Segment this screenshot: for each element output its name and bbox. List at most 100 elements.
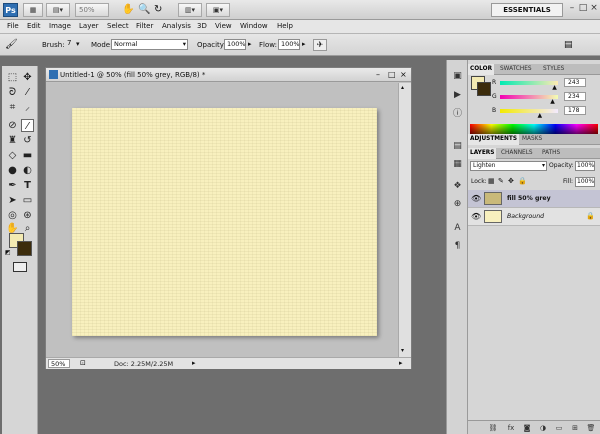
airbrush-toggle-icon[interactable]: ✈ — [313, 39, 327, 51]
green-slider-thumb[interactable]: ▲ — [550, 98, 555, 105]
menu-view[interactable]: View — [215, 22, 232, 30]
scroll-up-icon[interactable]: ▴ — [401, 84, 404, 91]
blur-tool-icon[interactable]: ● — [6, 164, 19, 177]
tab-layers[interactable]: LAYERS — [468, 148, 497, 159]
marquee-tool-icon[interactable]: ⬚ — [6, 71, 19, 84]
delete-layer-icon[interactable]: 🗑 — [586, 423, 596, 433]
gradient-tool-icon[interactable]: ▬ — [21, 149, 34, 162]
dodge-tool-icon[interactable]: ◐ — [21, 164, 34, 177]
menu-edit[interactable]: Edit — [27, 22, 41, 30]
tab-styles[interactable]: STYLES — [541, 64, 566, 75]
paragraph-panel-icon[interactable]: ¶ — [451, 240, 464, 252]
color-panel-background-swatch[interactable] — [477, 82, 491, 96]
crop-tool-icon[interactable]: ⌗ — [6, 101, 19, 114]
layer-style-icon[interactable]: fx — [506, 423, 516, 433]
path-select-tool-icon[interactable]: ➤ — [6, 194, 19, 207]
zoom-level-select[interactable]: 50% — [75, 3, 109, 17]
tab-paths[interactable]: PATHS — [540, 148, 562, 159]
blue-value[interactable]: 178 — [564, 106, 586, 115]
tab-color[interactable]: COLOR — [468, 64, 495, 75]
info-panel-icon[interactable]: ⓘ — [451, 108, 464, 120]
history-brush-tool-icon[interactable]: ↺ — [21, 134, 34, 147]
new-group-icon[interactable]: ▭ — [554, 423, 564, 433]
menu-filter[interactable]: Filter — [136, 22, 153, 30]
move-tool-icon[interactable]: ✥ — [21, 71, 34, 84]
history-panel-icon[interactable]: ▣ — [451, 70, 464, 82]
minimize-icon[interactable]: – — [567, 4, 577, 14]
tab-masks[interactable]: MASKS — [520, 134, 544, 145]
brush-tool-icon[interactable]: ⁄ — [21, 119, 34, 132]
panel-toggle-icon[interactable]: ▤ — [564, 39, 576, 51]
tab-channels[interactable]: CHANNELS — [499, 148, 535, 159]
character-panel-icon[interactable]: A — [451, 222, 464, 234]
default-colors-icon[interactable]: ◩ — [5, 249, 11, 256]
lock-all-icon[interactable]: 🔒 — [518, 177, 527, 185]
clone-source-panel-icon[interactable]: ⊕ — [451, 198, 464, 210]
zoom-input[interactable]: 50% — [48, 359, 70, 368]
maximize-icon[interactable]: □ — [578, 4, 588, 14]
flow-input[interactable]: 100% — [278, 39, 300, 50]
brushes-panel-icon[interactable]: ❖ — [451, 180, 464, 192]
menu-help[interactable]: Help — [277, 22, 293, 30]
mode-select[interactable]: Normal ▾ — [111, 39, 188, 50]
3d-orbit-tool-icon[interactable]: ⊛ — [21, 209, 34, 222]
workspace-switcher[interactable]: ESSENTIALS — [491, 3, 563, 17]
document-title-bar[interactable]: Untitled-1 @ 50% (fill 50% grey, RGB/8) … — [46, 68, 411, 82]
lock-pixels-icon[interactable]: ✎ — [498, 177, 504, 185]
menu-3d[interactable]: 3D — [197, 22, 207, 30]
eyedropper-tool-icon[interactable]: ⸝ — [21, 101, 34, 114]
actions-panel-icon[interactable]: ▶ — [451, 89, 464, 101]
doc-minimize-icon[interactable]: – — [376, 70, 380, 79]
green-value[interactable]: 234 — [564, 92, 586, 101]
opacity-input[interactable]: 100% — [224, 39, 246, 50]
vertical-scrollbar[interactable]: ▴ ▾ — [398, 83, 411, 358]
brush-size[interactable]: 7 — [67, 39, 71, 47]
layer-row-fill-50-grey[interactable]: 👁 fill 50% grey — [468, 190, 600, 208]
menu-select[interactable]: Select — [107, 22, 129, 30]
quick-select-tool-icon[interactable]: ⁄ — [21, 86, 34, 99]
screen-mode-button[interactable]: ▣▾ — [206, 3, 230, 17]
shape-tool-icon[interactable]: ▭ — [21, 194, 34, 207]
brush-tool-preset-icon[interactable]: 🖌 — [5, 39, 18, 50]
bridge-button[interactable]: ▦ — [23, 3, 43, 17]
status-menu-arrow-icon[interactable]: ▸ — [192, 359, 196, 367]
red-slider[interactable] — [500, 81, 558, 85]
menu-analysis[interactable]: Analysis — [162, 22, 191, 30]
navigator-panel-icon[interactable]: ▤ — [451, 140, 464, 152]
menu-layer[interactable]: Layer — [79, 22, 99, 30]
menu-file[interactable]: File — [7, 22, 19, 30]
scroll-down-icon[interactable]: ▾ — [401, 347, 404, 354]
rotate-view-icon[interactable]: ↻ — [154, 4, 162, 15]
image-canvas[interactable] — [72, 108, 377, 336]
link-layers-icon[interactable]: ⛓ — [488, 423, 498, 433]
new-layer-icon[interactable]: ⊞ — [570, 423, 580, 433]
menu-image[interactable]: Image — [49, 22, 71, 30]
histogram-panel-icon[interactable]: ▦ — [451, 158, 464, 170]
doc-close-icon[interactable]: × — [400, 70, 407, 79]
adjustment-layer-icon[interactable]: ◑ — [538, 423, 548, 433]
hand-tool-icon[interactable]: ✋ — [122, 4, 134, 15]
tab-swatches[interactable]: SWATCHES — [498, 64, 534, 75]
eye-icon[interactable]: 👁 — [471, 212, 481, 221]
layer-row-background[interactable]: 👁 Background 🔒 — [468, 208, 600, 226]
blend-mode-select[interactable]: Lighten ▾ — [470, 161, 547, 171]
eye-icon[interactable]: 👁 — [471, 194, 481, 203]
doc-maximize-icon[interactable]: □ — [388, 70, 396, 79]
healing-brush-tool-icon[interactable]: ⊘ — [6, 119, 19, 132]
scroll-right-icon[interactable]: ▸ — [399, 359, 403, 367]
eraser-tool-icon[interactable]: ◇ — [6, 149, 19, 162]
opacity-slider-icon[interactable]: ▸ — [248, 40, 252, 48]
blue-slider-thumb[interactable]: ▲ — [537, 112, 542, 119]
lock-position-icon[interactable]: ✥ — [508, 177, 514, 185]
add-mask-icon[interactable]: ◙ — [522, 423, 532, 433]
quick-mask-icon[interactable] — [13, 262, 27, 272]
menu-window[interactable]: Window — [240, 22, 268, 30]
pen-tool-icon[interactable]: ✒ — [6, 179, 19, 192]
clone-stamp-tool-icon[interactable]: ♜ — [6, 134, 19, 147]
close-icon[interactable]: × — [589, 4, 599, 14]
type-tool-icon[interactable]: T — [21, 179, 34, 192]
lasso-tool-icon[interactable]: ᘐ — [6, 86, 19, 99]
arrange-documents-button[interactable]: ▥▾ — [178, 3, 202, 17]
fill-input[interactable]: 100% — [575, 177, 595, 187]
status-options-icon[interactable]: ⊡ — [80, 359, 86, 367]
